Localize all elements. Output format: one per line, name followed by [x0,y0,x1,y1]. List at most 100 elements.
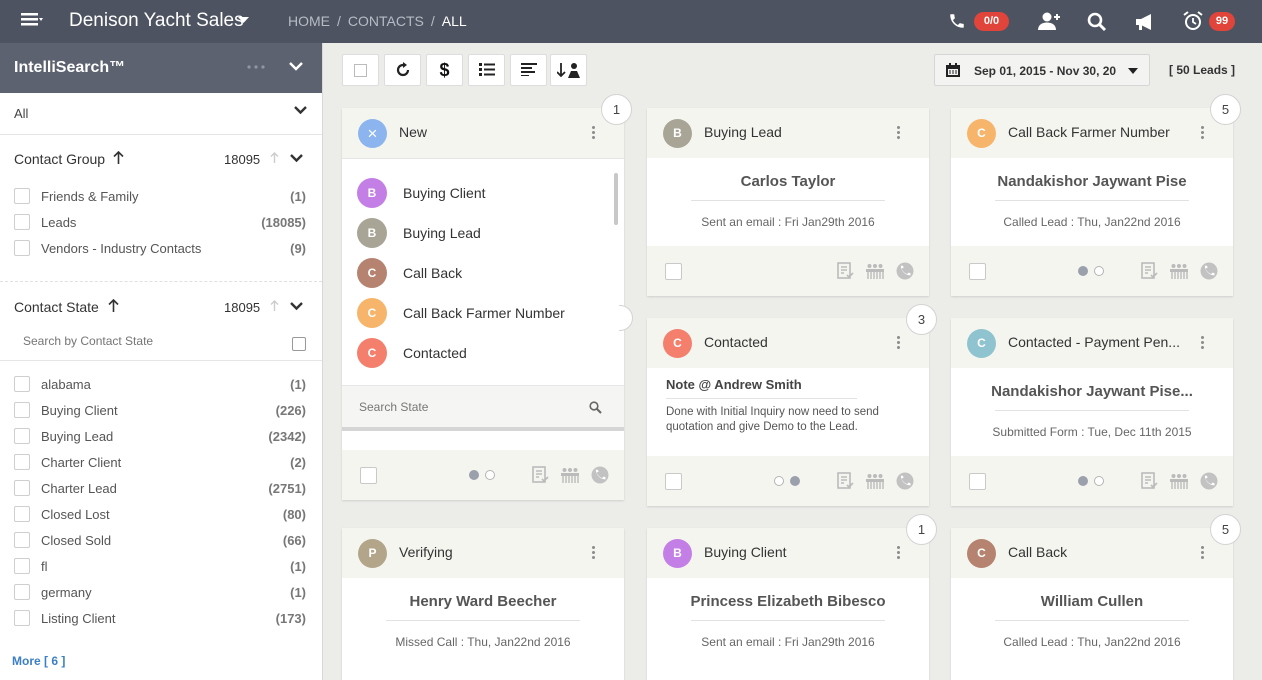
checkbox-vendors[interactable] [14,240,30,256]
dropdown-option[interactable]: C Call Back Farmer Number [357,298,617,328]
app-title[interactable]: Denison Yacht Sales [69,10,244,32]
page-dot[interactable] [485,470,495,480]
people-icon[interactable] [561,466,579,484]
checkbox-charter-lead[interactable] [14,480,30,496]
state-item-label[interactable]: Listing Client [41,611,115,626]
date-range-picker[interactable]: Sep 01, 2015 - Nov 30, 20 [934,54,1150,86]
card-header[interactable]: × New 1 [342,94,632,158]
checkbox-alabama[interactable] [14,376,30,392]
menu-icon[interactable] [21,12,43,30]
checkbox-germany[interactable] [14,584,30,600]
page-dot-active[interactable] [790,476,800,486]
kebab-menu-icon[interactable] [592,126,596,141]
contact-name[interactable]: Nandakishor Jaywant Pise [951,173,1233,190]
revenue-button[interactable]: $ [426,54,463,86]
kebab-menu-icon[interactable] [1201,336,1205,351]
contact-name[interactable]: Carlos Taylor [647,173,929,190]
page-dot-active[interactable] [469,470,479,480]
kebab-menu-icon[interactable] [897,336,901,351]
note-icon[interactable] [531,466,549,484]
breadcrumb-home[interactable]: HOME [288,13,330,29]
breadcrumb-contacts[interactable]: CONTACTS [348,13,424,29]
card-body[interactable]: Princess Elizabeth Bibesco Sent an email… [647,578,929,666]
add-user-icon[interactable] [1038,11,1060,31]
contact-name[interactable]: Nandakishor Jaywant Pise... [951,383,1233,400]
state-item-label[interactable]: alabama [41,377,91,392]
call-icon[interactable] [591,466,609,484]
card-body[interactable]: Carlos Taylor Sent an email : Fri Jan29t… [647,158,929,246]
sort-up-faded-icon[interactable] [270,152,279,163]
select-all-checkbox[interactable] [292,337,306,351]
checkbox-listing-client[interactable] [14,610,30,626]
checkbox-buying-lead[interactable] [14,428,30,444]
people-icon[interactable] [866,472,884,490]
refresh-button[interactable] [384,54,421,86]
contact-state-title[interactable]: Contact State [14,299,99,315]
chevron-down-icon[interactable] [238,17,249,24]
note-icon[interactable] [1140,262,1158,280]
card-body[interactable]: Nandakishor Jaywant Pise Called Lead : T… [951,158,1233,246]
card-checkbox[interactable] [360,467,377,484]
all-filter-select[interactable]: All [14,106,28,121]
search-state-input[interactable]: Search State [342,385,624,427]
state-item-label[interactable]: Charter Lead [41,481,117,496]
card-header[interactable]: P Verifying [342,528,624,578]
dropdown-option[interactable]: B Buying Client [357,178,617,208]
dropdown-option[interactable]: C Call Back [357,258,617,288]
card-body[interactable]: William Cullen Called Lead : Thu, Jan22n… [951,578,1233,666]
sort-up-arrow-icon[interactable] [113,151,124,164]
call-icon[interactable] [1200,472,1218,490]
kebab-menu-icon[interactable] [592,546,596,561]
contact-state-search-input[interactable] [14,331,274,351]
chevron-down-icon[interactable] [294,106,307,115]
contact-name[interactable]: Henry Ward Beecher [342,593,624,610]
checkbox-friends-family[interactable] [14,188,30,204]
call-icon[interactable] [896,472,914,490]
card-checkbox[interactable] [665,263,682,280]
people-icon[interactable] [1170,262,1188,280]
chevron-down-icon[interactable] [290,302,303,311]
card-body[interactable]: Henry Ward Beecher Missed Call : Thu, Ja… [342,578,624,666]
align-button[interactable] [510,54,547,86]
contact-name[interactable]: William Cullen [951,593,1233,610]
card-checkbox[interactable] [969,473,986,490]
page-dot-active[interactable] [1078,266,1088,276]
note-icon[interactable] [1140,472,1158,490]
card-state-label[interactable]: Contacted [704,334,768,350]
card-header[interactable]: B Buying Client 1 [647,514,937,578]
list-view-button[interactable] [468,54,505,86]
card-state-label[interactable]: Call Back [1008,544,1067,560]
card-header[interactable]: C Contacted 3 [647,304,937,368]
card-checkbox[interactable] [969,263,986,280]
card-body[interactable]: Nandakishor Jaywant Pise... Submitted Fo… [951,368,1233,456]
card-body[interactable]: Note @ Andrew Smith Done with Initial In… [647,368,929,456]
close-avatar-icon[interactable]: × [358,119,387,148]
people-icon[interactable] [866,262,884,280]
kebab-menu-icon[interactable] [897,546,901,561]
more-link[interactable]: More [ 6 ] [12,654,65,668]
checkbox-closed-lost[interactable] [14,506,30,522]
state-item-label[interactable]: germany [41,585,92,600]
megaphone-icon[interactable] [1135,13,1157,31]
checkbox-charter-client[interactable] [14,454,30,470]
card-state-label[interactable]: Verifying [399,544,453,560]
checkbox-leads[interactable] [14,214,30,230]
checkbox-fl[interactable] [14,558,30,574]
phone-icon[interactable] [948,12,966,30]
contact-name[interactable]: Princess Elizabeth Bibesco [647,593,929,610]
page-dot[interactable] [1094,476,1104,486]
card-state-label[interactable]: Buying Client [704,544,787,560]
card-checkbox[interactable] [665,473,682,490]
checkbox-closed-sold[interactable] [14,532,30,548]
card-header[interactable]: C Call Back 5 [951,514,1241,578]
checkbox-buying-client[interactable] [14,402,30,418]
collapse-chevron-icon[interactable] [289,62,303,71]
contact-group-title[interactable]: Contact Group [14,151,105,167]
call-icon[interactable] [896,262,914,280]
dropdown-option[interactable]: B Buying Lead [357,218,617,248]
note-icon[interactable] [836,472,854,490]
select-all-button[interactable] [342,54,379,86]
more-dots-icon[interactable] [247,65,265,69]
sort-up-faded-icon[interactable] [270,300,279,311]
kebab-menu-icon[interactable] [1201,126,1205,141]
